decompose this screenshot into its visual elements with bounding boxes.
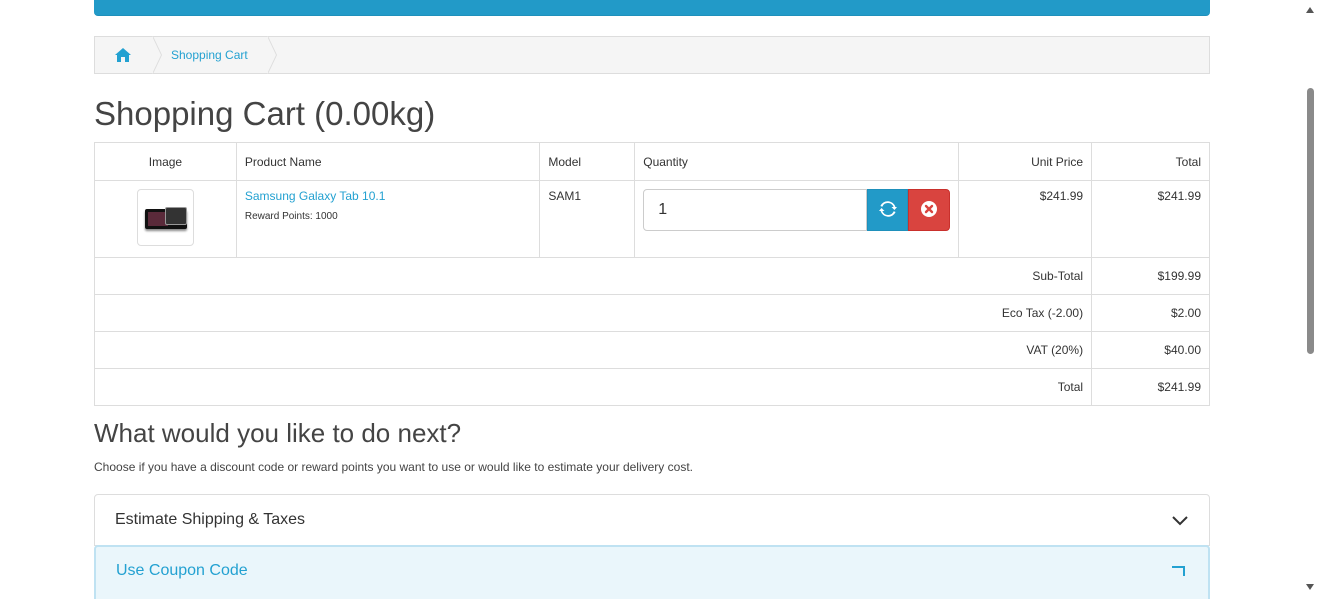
totals-label: Total <box>93 368 1093 406</box>
panel-title: Use Coupon Code <box>116 562 248 579</box>
next-description: Choose if you have a discount code or re… <box>94 460 693 474</box>
remove-circle-icon <box>921 200 938 220</box>
totals-row-subtotal: Sub-Total $199.99 <box>93 257 1210 295</box>
totals-row-eco-tax: Eco Tax (-2.00) $2.00 <box>93 294 1210 332</box>
use-coupon-panel[interactable]: Use Coupon Code <box>94 545 1210 599</box>
cart-table: Image Product Name Model Quantity Unit P… <box>93 142 1210 406</box>
cart-item-unit-price: $241.99 <box>958 180 1093 258</box>
estimate-shipping-panel[interactable]: Estimate Shipping & Taxes <box>94 494 1210 546</box>
totals-value: $40.00 <box>1091 331 1210 369</box>
breadcrumb: Shopping Cart <box>94 36 1210 74</box>
home-icon <box>115 48 131 62</box>
breadcrumb-home[interactable] <box>95 36 162 74</box>
scroll-thumb[interactable] <box>1307 88 1314 354</box>
header-total: Total <box>1091 142 1210 181</box>
panel-title: Estimate Shipping & Taxes <box>115 511 306 528</box>
header-model: Model <box>539 142 636 181</box>
breadcrumb-shopping-cart[interactable]: Shopping Cart <box>153 36 277 74</box>
update-button[interactable] <box>867 189 909 231</box>
quantity-group <box>643 189 951 231</box>
cart-header-row: Image Product Name Model Quantity Unit P… <box>94 142 1210 181</box>
totals-row-vat: VAT (20%) $40.00 <box>93 331 1210 369</box>
cart-item-quantity-cell <box>634 180 960 258</box>
product-link[interactable]: Samsung Galaxy Tab 10.1 <box>245 189 386 203</box>
totals-value: $241.99 <box>1091 368 1210 406</box>
header-image: Image <box>94 142 237 181</box>
cart-item-row: Samsung Galaxy Tab 10.1 Reward Points: 1… <box>94 180 1210 258</box>
quantity-input[interactable] <box>643 189 868 231</box>
chevron-up-icon <box>1170 562 1188 580</box>
totals-value: $2.00 <box>1091 294 1210 332</box>
scroll-up-arrow-icon[interactable] <box>1306 7 1314 13</box>
totals-label: VAT (20%) <box>93 331 1093 369</box>
remove-button[interactable] <box>908 189 951 231</box>
refresh-icon <box>878 200 897 220</box>
reward-points: Reward Points: 1000 <box>244 211 338 222</box>
next-heading: What would you like to do next? <box>94 418 462 448</box>
header-product-name: Product Name <box>235 142 541 181</box>
cart-item-name-cell: Samsung Galaxy Tab 10.1 Reward Points: 1… <box>235 180 541 258</box>
totals-label: Eco Tax (-2.00) <box>93 294 1093 332</box>
cart-item-image-cell <box>94 180 237 258</box>
page-scrollbar[interactable] <box>1302 0 1318 599</box>
chevron-down-icon <box>1171 511 1189 529</box>
page-title: Shopping Cart (0.00kg) <box>94 95 436 132</box>
totals-label: Sub-Total <box>93 257 1093 295</box>
page: Shopping Cart Shopping Cart (0.00kg) Ima… <box>0 0 1318 599</box>
tablet-image-back <box>164 207 187 225</box>
totals-row-total: Total $241.99 <box>93 368 1210 406</box>
cart-item-total: $241.99 <box>1091 180 1210 258</box>
header-quantity: Quantity <box>634 142 960 181</box>
top-menu-bar[interactable] <box>94 0 1210 16</box>
totals-value: $199.99 <box>1091 257 1210 295</box>
product-thumbnail[interactable] <box>136 189 194 246</box>
header-unit-price: Unit Price <box>958 142 1093 181</box>
scroll-down-arrow-icon[interactable] <box>1306 584 1314 590</box>
cart-item-model: SAM1 <box>539 180 636 258</box>
